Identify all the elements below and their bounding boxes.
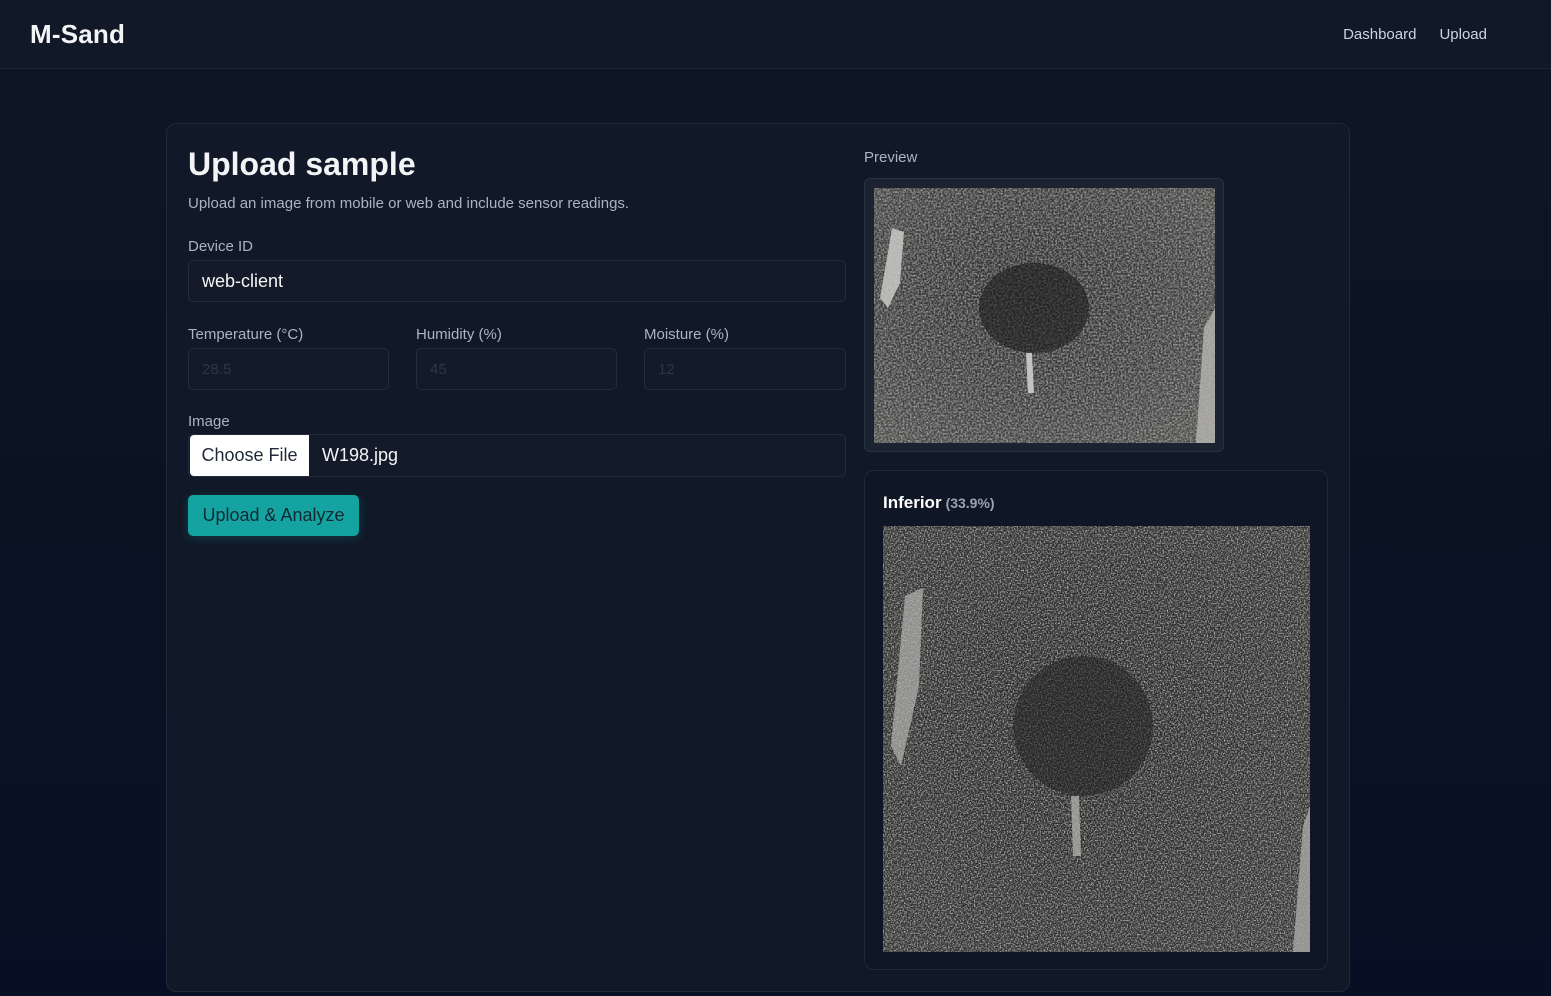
page-title: Upload sample [188,146,416,182]
moisture-input[interactable] [644,348,846,390]
brand-logo[interactable]: M-Sand [30,19,125,50]
preview-frame [864,178,1224,452]
page-subtitle: Upload an image from mobile or web and i… [188,195,630,212]
device-id-label: Device ID [188,238,254,255]
result-class-label: Inferior [883,493,942,512]
selected-file-name: W198.jpg [322,445,399,465]
moisture-label: Moisture (%) [644,326,730,343]
temperature-input[interactable] [188,348,389,390]
humidity-input[interactable] [416,348,617,390]
nav-upload-link[interactable]: Upload [1439,26,1487,43]
humidity-label: Humidity (%) [416,326,502,343]
upload-card: Upload sample Upload an image from mobil… [166,123,1350,992]
image-file-input[interactable]: Choose File W198.jpg [188,434,846,477]
image-label: Image [188,413,230,430]
nav-dashboard-link[interactable]: Dashboard [1343,26,1416,43]
result-heatmap-image [883,526,1310,952]
device-id-input[interactable] [188,260,846,302]
upload-analyze-button[interactable]: Upload & Analyze [188,495,359,536]
choose-file-button[interactable]: Choose File [190,435,309,476]
result-confidence: (33.9%) [945,495,995,511]
top-navbar: M-Sand Dashboard Upload [0,0,1551,69]
analysis-result-panel: Inferior (33.9%) [864,470,1328,970]
nav-links: Dashboard Upload [1343,26,1487,43]
temperature-label: Temperature (°C) [188,326,304,343]
preview-label: Preview [864,149,918,166]
preview-image [874,188,1215,443]
result-heading: Inferior (33.9%) [883,493,995,513]
